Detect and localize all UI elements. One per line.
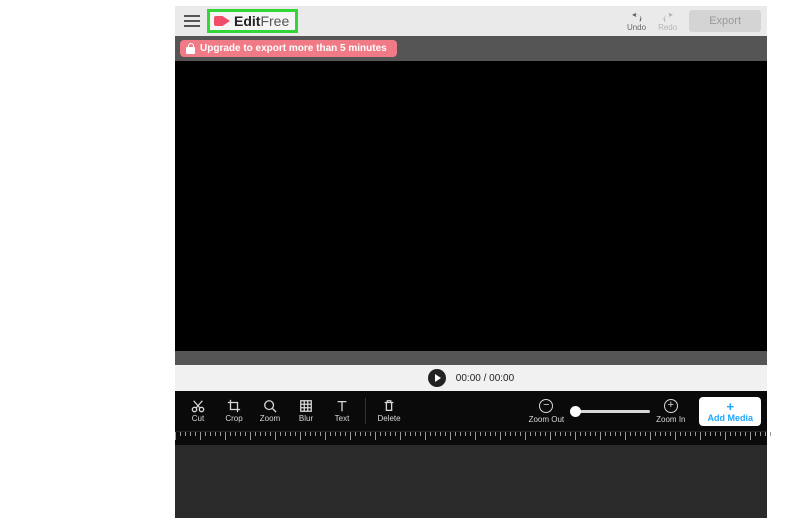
undo-button[interactable]: Undo (627, 11, 646, 32)
lock-icon (186, 43, 195, 54)
play-button[interactable] (428, 369, 446, 387)
toolbar-divider (365, 398, 366, 424)
cut-icon (191, 399, 205, 413)
zoom-tool-button[interactable]: Zoom (253, 399, 287, 423)
zoom-controls: − Zoom Out + Zoom In + Add Media (529, 397, 761, 426)
zoom-in-button[interactable]: + Zoom In (656, 399, 685, 424)
toolbar: Cut Crop Zoom Blur Text Delete − Zoom Ou… (175, 391, 767, 431)
play-logo-icon (214, 15, 232, 27)
add-media-label: Add Media (707, 413, 753, 423)
crop-icon (227, 399, 241, 413)
plus-icon: + (664, 399, 678, 413)
logo-text: EditFree (234, 13, 289, 29)
text-button[interactable]: Text (325, 399, 359, 423)
zoom-slider[interactable] (570, 410, 650, 413)
add-icon: + (726, 400, 734, 413)
app-logo: EditFree (207, 9, 298, 33)
zoom-out-button[interactable]: − Zoom Out (529, 399, 565, 424)
redo-icon (661, 11, 675, 23)
redo-button: Redo (658, 11, 677, 32)
blur-button[interactable]: Blur (289, 399, 323, 423)
magnifier-icon (263, 399, 277, 413)
video-preview[interactable] (175, 61, 767, 351)
playback-bar: 00:00 / 00:00 (175, 365, 767, 391)
timeline-track[interactable] (175, 445, 767, 518)
hamburger-menu-icon[interactable] (181, 10, 203, 32)
minus-icon: − (539, 399, 553, 413)
app-root: EditFree Undo Redo Export Upgrade to exp… (175, 6, 767, 518)
header-bar: EditFree Undo Redo Export (175, 6, 767, 36)
undo-label: Undo (627, 23, 646, 32)
stage-area: Upgrade to export more than 5 minutes (175, 36, 767, 365)
crop-button[interactable]: Crop (217, 399, 251, 423)
delete-button[interactable]: Delete (372, 399, 406, 423)
add-media-button[interactable]: + Add Media (699, 397, 761, 426)
timeline-ruler[interactable] (175, 431, 767, 445)
cut-button[interactable]: Cut (181, 399, 215, 423)
trash-icon (382, 399, 396, 413)
banner-text: Upgrade to export more than 5 minutes (200, 43, 387, 54)
text-icon (335, 399, 349, 413)
stage-footer (175, 351, 767, 365)
time-display: 00:00 / 00:00 (456, 373, 514, 384)
blur-icon (299, 399, 313, 413)
undo-icon (630, 11, 644, 23)
upgrade-banner[interactable]: Upgrade to export more than 5 minutes (180, 40, 397, 57)
export-button[interactable]: Export (689, 10, 761, 32)
redo-label: Redo (658, 23, 677, 32)
